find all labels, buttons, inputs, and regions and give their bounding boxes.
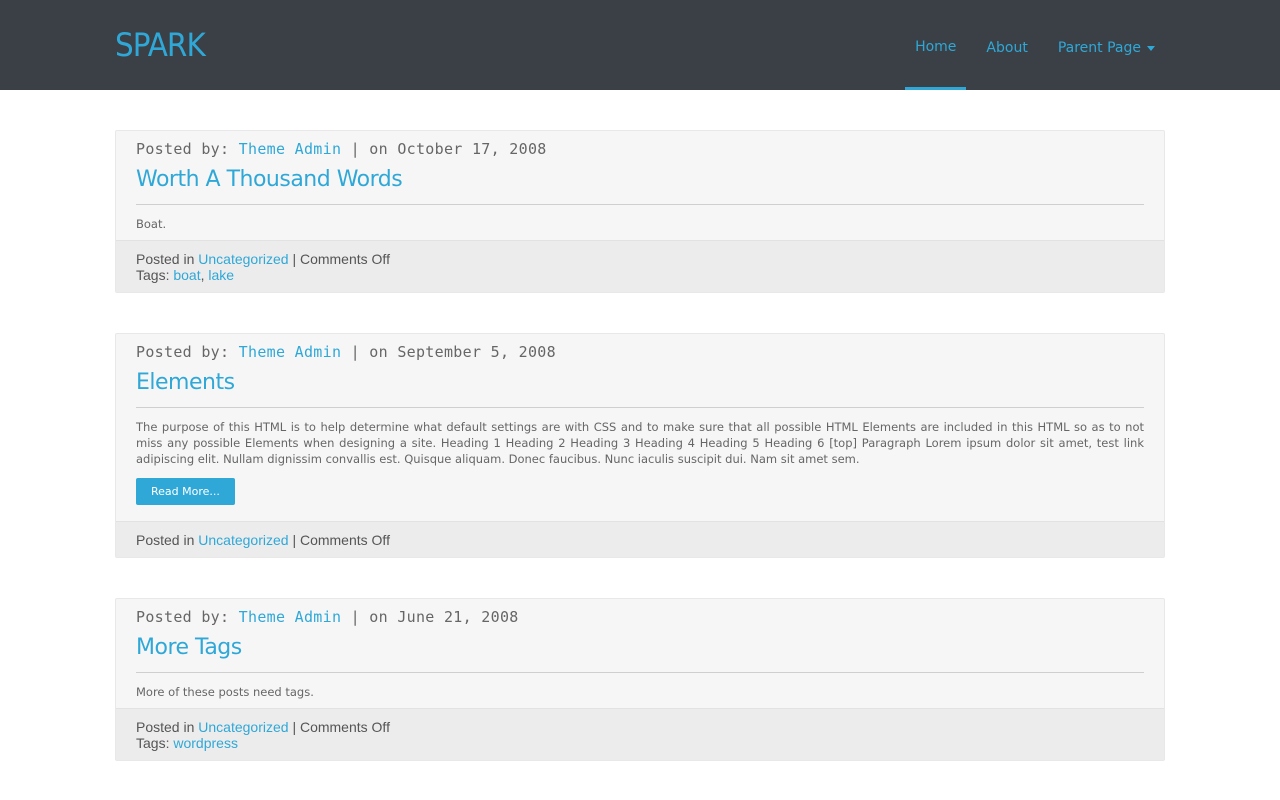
nav-item-label: About bbox=[986, 40, 1028, 56]
post-categories: Posted in Uncategorized | Comments Off bbox=[136, 532, 1144, 548]
nav-item-home[interactable]: Home bbox=[905, 0, 967, 90]
author-link[interactable]: Theme Admin bbox=[239, 608, 342, 626]
post-excerpt: More of these posts need tags. bbox=[136, 685, 314, 699]
tags-label: Tags: bbox=[136, 267, 170, 283]
post-title[interactable]: More Tags bbox=[136, 635, 1144, 673]
tag-link[interactable]: wordpress bbox=[173, 735, 238, 751]
post-date: June 21, 2008 bbox=[397, 608, 519, 626]
post-meta: Posted by: Theme Admin | on September 5,… bbox=[136, 343, 1144, 361]
post-excerpt: The purpose of this HTML is to help dete… bbox=[136, 420, 1144, 466]
posted-by-label: Posted by: bbox=[136, 343, 230, 361]
site-logo[interactable]: SPARK bbox=[115, 26, 206, 64]
category-link[interactable]: Uncategorized bbox=[198, 532, 288, 548]
post-body: Posted by: Theme Admin | on October 17, … bbox=[116, 131, 1164, 240]
post-body: Posted by: Theme Admin | on September 5,… bbox=[116, 334, 1164, 521]
date-separator: | on bbox=[350, 608, 388, 626]
main-nav: Home About Parent Page bbox=[895, 0, 1165, 90]
tag-link[interactable]: boat bbox=[173, 267, 200, 283]
post-excerpt: Boat. bbox=[136, 217, 167, 231]
date-separator: | on bbox=[350, 140, 388, 158]
category-link[interactable]: Uncategorized bbox=[198, 719, 288, 735]
post-tags: Tags: wordpress bbox=[136, 735, 1144, 751]
comments-status: | Comments Off bbox=[292, 719, 390, 735]
author-link[interactable]: Theme Admin bbox=[239, 343, 342, 361]
post-title[interactable]: Elements bbox=[136, 370, 1144, 408]
post-footer: Posted in Uncategorized | Comments Off bbox=[116, 521, 1164, 557]
posted-by-label: Posted by: bbox=[136, 140, 230, 158]
date-separator: | on bbox=[350, 343, 388, 361]
posted-by-label: Posted by: bbox=[136, 608, 230, 626]
tags-label: Tags: bbox=[136, 735, 170, 751]
comments-status: | Comments Off bbox=[292, 532, 390, 548]
post-date: October 17, 2008 bbox=[397, 140, 547, 158]
site-header: SPARK Home About Parent Page bbox=[0, 0, 1280, 90]
post-list: Posted by: Theme Admin | on October 17, … bbox=[115, 90, 1165, 761]
posted-in-label: Posted in bbox=[136, 251, 195, 267]
post-categories: Posted in Uncategorized | Comments Off bbox=[136, 251, 1144, 267]
post-tags: Tags: boat, lake bbox=[136, 267, 235, 283]
posted-in-label: Posted in bbox=[136, 532, 195, 548]
post-card: Posted by: Theme Admin | on October 17, … bbox=[115, 130, 1165, 293]
post-meta: Posted by: Theme Admin | on June 21, 200… bbox=[136, 608, 1144, 626]
post-footer: Posted in Uncategorized | Comments Off T… bbox=[116, 240, 1164, 292]
nav-item-label: Parent Page bbox=[1057, 40, 1141, 56]
tag-link[interactable]: lake bbox=[208, 267, 234, 283]
nav-item-label: Home bbox=[915, 38, 957, 55]
chevron-down-icon bbox=[1147, 45, 1155, 51]
read-more-button[interactable]: Read More... bbox=[136, 478, 235, 505]
comments-status: | Comments Off bbox=[292, 251, 390, 267]
post-date: September 5, 2008 bbox=[397, 343, 556, 361]
category-link[interactable]: Uncategorized bbox=[198, 251, 288, 267]
post-footer: Posted in Uncategorized | Comments Off T… bbox=[116, 708, 1164, 760]
post-body: Posted by: Theme Admin | on June 21, 200… bbox=[116, 599, 1164, 708]
nav-item-about[interactable]: About bbox=[976, 0, 1037, 90]
post-card: Posted by: Theme Admin | on June 21, 200… bbox=[115, 598, 1165, 761]
post-card: Posted by: Theme Admin | on September 5,… bbox=[115, 333, 1165, 558]
author-link[interactable]: Theme Admin bbox=[239, 140, 342, 158]
post-meta: Posted by: Theme Admin | on October 17, … bbox=[136, 140, 1144, 158]
post-categories: Posted in Uncategorized | Comments Off bbox=[136, 719, 1144, 735]
post-title[interactable]: Worth A Thousand Words bbox=[136, 167, 1144, 205]
posted-in-label: Posted in bbox=[136, 719, 195, 735]
nav-item-parent-page[interactable]: Parent Page bbox=[1048, 0, 1165, 90]
